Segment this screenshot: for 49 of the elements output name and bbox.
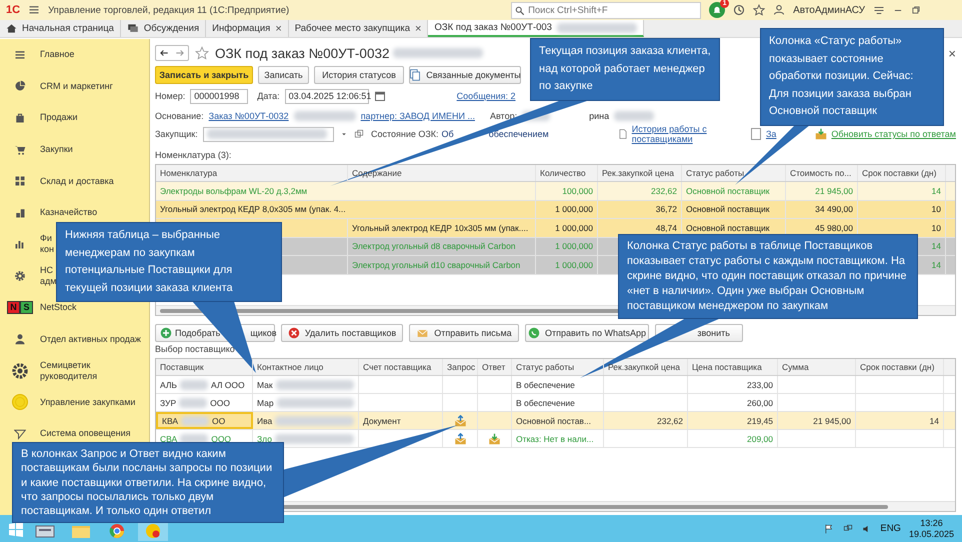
state-value: обеспечением bbox=[488, 129, 549, 139]
table-cell: 233,00 bbox=[688, 376, 778, 393]
table-cell: 1 000,000 bbox=[536, 238, 598, 255]
window-title: Управление торговлей, редакция 11 (1С:Предприятие) bbox=[48, 4, 290, 16]
field-label: Закупщик: bbox=[155, 129, 198, 139]
table-cell: 14 bbox=[856, 412, 944, 429]
table-cell: 1 000,000 bbox=[536, 200, 598, 218]
table-cell: 100,000 bbox=[536, 182, 598, 200]
table-caption: Номенклатура (3): bbox=[155, 150, 232, 162]
table-cell: 1 000,000 bbox=[536, 219, 598, 236]
table-cell: Основной поставщик bbox=[682, 182, 786, 200]
field-label: Номер: bbox=[155, 91, 186, 101]
table-cell: 34 490,00 bbox=[786, 200, 858, 218]
table-cell: Электрод угольный d8 сварочный Carbon bbox=[348, 238, 536, 255]
table-cell: 14 bbox=[858, 182, 946, 200]
table-cell: Мар bbox=[257, 398, 274, 408]
table-cell: Мак bbox=[257, 380, 273, 390]
table-cell: Электрод угольный d10 сварочный Carbon bbox=[348, 256, 536, 274]
table-cell: Основной поставщик bbox=[682, 200, 786, 218]
table-cell: 21 945,00 bbox=[778, 412, 856, 429]
table-cell: 232,62 bbox=[598, 182, 682, 200]
table-cell: 10 bbox=[858, 200, 946, 218]
table-cell: 219,45 bbox=[688, 412, 778, 429]
field-label: Состояние ОЗК: bbox=[370, 129, 439, 139]
table-cell: Ива bbox=[257, 416, 272, 426]
table-cell: Угольный электрод КЕДР 10х305 мм (упак.... bbox=[348, 219, 536, 236]
table-cell: Основной постав... bbox=[512, 412, 604, 429]
table-cell: 232,62 bbox=[604, 412, 688, 429]
table-cell: АЛЬ АЛ ООО bbox=[156, 376, 253, 393]
field-label: Основание: bbox=[155, 111, 204, 121]
table-cell: 260,00 bbox=[688, 394, 778, 411]
table-cell: 36,72 bbox=[598, 200, 682, 218]
table-cell: Зло bbox=[257, 434, 272, 444]
table-cell: 209,00 bbox=[688, 430, 778, 447]
table-cell: 1 000,000 bbox=[536, 256, 598, 274]
netstock-logo: N S bbox=[7, 301, 33, 314]
table-cell: В обеспечение bbox=[512, 394, 604, 411]
table-cell: КВА ОО bbox=[156, 412, 253, 429]
table-cell: Отказ: Нет в нали... bbox=[512, 430, 604, 447]
callout-tooltip: Текущая позиция заказа клиента, над которой работает менеджер по закупке bbox=[530, 38, 720, 100]
table-cell: ЗУР ООО bbox=[156, 394, 253, 411]
table-cell: 21 945,00 bbox=[786, 182, 858, 200]
callout-tooltip: В колонках Запрос и Ответ видно каким поставщикам были посланы запросы по позиции и какие поставщики ответили. На скрине видно, что запросы посылались только двум поставщикам. И только один ответил bbox=[12, 442, 284, 524]
author-value: рина bbox=[589, 111, 610, 121]
table-cell: Угольный электрод КЕДР 8,0х305 мм (упак. 4... bbox=[156, 200, 536, 218]
form-title: ОЗК под заказ №00УТ-0032 bbox=[215, 46, 390, 60]
field-label: Дата: bbox=[257, 91, 280, 101]
table-caption: Выбор поставщико bbox=[155, 344, 236, 356]
state-value: Об bbox=[442, 129, 454, 139]
